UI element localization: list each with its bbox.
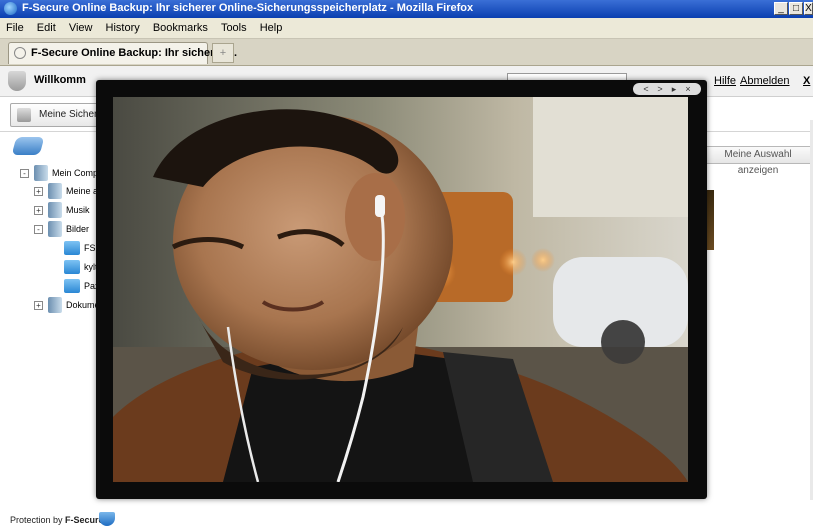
my-backups-tab[interactable]: Meine Sicheru	[10, 103, 110, 127]
tree-label: Bilder	[66, 224, 90, 234]
folder-icon	[48, 297, 62, 313]
shield-icon	[8, 71, 26, 91]
prev-icon[interactable]: <	[639, 83, 653, 95]
tree-node[interactable]: - Bilder	[0, 221, 100, 237]
menu-help[interactable]: Help	[260, 18, 283, 38]
tree-node[interactable]: FSk	[0, 240, 100, 256]
protection-label: Protection by	[10, 515, 66, 525]
expand-icon[interactable]: +	[34, 206, 43, 215]
menu-tools[interactable]: Tools	[221, 18, 247, 38]
background-thumbnail	[706, 190, 714, 250]
maximize-button[interactable]: □	[789, 2, 803, 15]
menu-bookmarks[interactable]: Bookmarks	[153, 18, 208, 38]
viewer-photo	[113, 97, 688, 482]
folder-icon	[17, 108, 31, 122]
tree-label: Meine a	[66, 186, 99, 196]
close-icon[interactable]: ×	[681, 83, 695, 95]
tree-node[interactable]: Pax	[0, 278, 100, 294]
tab-favicon-icon	[14, 47, 26, 59]
collapse-icon[interactable]: -	[34, 225, 43, 234]
window-title-bar: F-Secure Online Backup: Ihr sicherer Onl…	[0, 0, 813, 18]
menu-edit[interactable]: Edit	[37, 18, 56, 38]
tree-node-computer[interactable]: - Mein Compu	[0, 165, 103, 181]
help-link[interactable]: Hilfe	[714, 75, 736, 87]
window-title: F-Secure Online Backup: Ihr sicherer Onl…	[22, 2, 474, 14]
tree-label: Dokume	[66, 300, 100, 310]
footer: Protection by F-Secure	[0, 506, 813, 531]
folder-icon	[48, 183, 62, 199]
menu-bar: File Edit View History Bookmarks Tools H…	[0, 18, 813, 39]
folder-icon	[48, 202, 62, 218]
tree-node[interactable]: kylt	[0, 259, 100, 275]
close-link[interactable]: X	[803, 75, 810, 87]
file-tree: - Mein Compu + Meine a + Musik - Bilder …	[0, 132, 103, 492]
my-backups-label: Meine Sicheru	[39, 109, 103, 120]
brand-name: F-Secure	[65, 515, 104, 525]
new-tab-button[interactable]: +	[212, 43, 234, 63]
welcome-text: Willkomm	[34, 74, 86, 86]
folder-icon	[64, 260, 80, 274]
menu-history[interactable]: History	[106, 18, 140, 38]
play-icon[interactable]: ▸	[667, 83, 681, 95]
close-window-button[interactable]: X	[804, 2, 813, 15]
tree-node[interactable]: + Meine a	[0, 183, 100, 199]
show-selection-button[interactable]: Meine Auswahl anzeigen	[704, 146, 812, 176]
folder-icon	[64, 241, 80, 255]
browser-tab-active[interactable]: F-Secure Online Backup: Ihr sicherer ...	[8, 42, 237, 64]
logout-link[interactable]: Abmelden	[740, 75, 790, 87]
expand-icon[interactable]: +	[34, 187, 43, 196]
protection-text: Protection by F-Secure	[10, 515, 104, 525]
viewer-controls: < > ▸ ×	[633, 83, 701, 95]
menu-view[interactable]: View	[69, 18, 93, 38]
minimize-button[interactable]: _	[774, 2, 788, 15]
folder-icon	[64, 279, 80, 293]
photo-image	[113, 97, 688, 482]
firefox-icon	[4, 2, 17, 15]
tree-label: Musik	[66, 205, 90, 215]
tree-node[interactable]: + Dokume	[0, 297, 100, 313]
computer-icon	[34, 165, 48, 181]
collapse-icon[interactable]: -	[20, 169, 29, 178]
tab-strip: F-Secure Online Backup: Ihr sicherer ...…	[0, 39, 813, 66]
tree-node[interactable]: + Musik	[0, 202, 100, 218]
folder-icon	[48, 221, 62, 237]
menu-file[interactable]: File	[6, 18, 24, 38]
f-secure-logo-icon	[99, 512, 115, 526]
expand-icon[interactable]: +	[34, 301, 43, 310]
tab-label: F-Secure Online Backup: Ihr sicherer ...	[31, 47, 238, 59]
next-icon[interactable]: >	[653, 83, 667, 95]
